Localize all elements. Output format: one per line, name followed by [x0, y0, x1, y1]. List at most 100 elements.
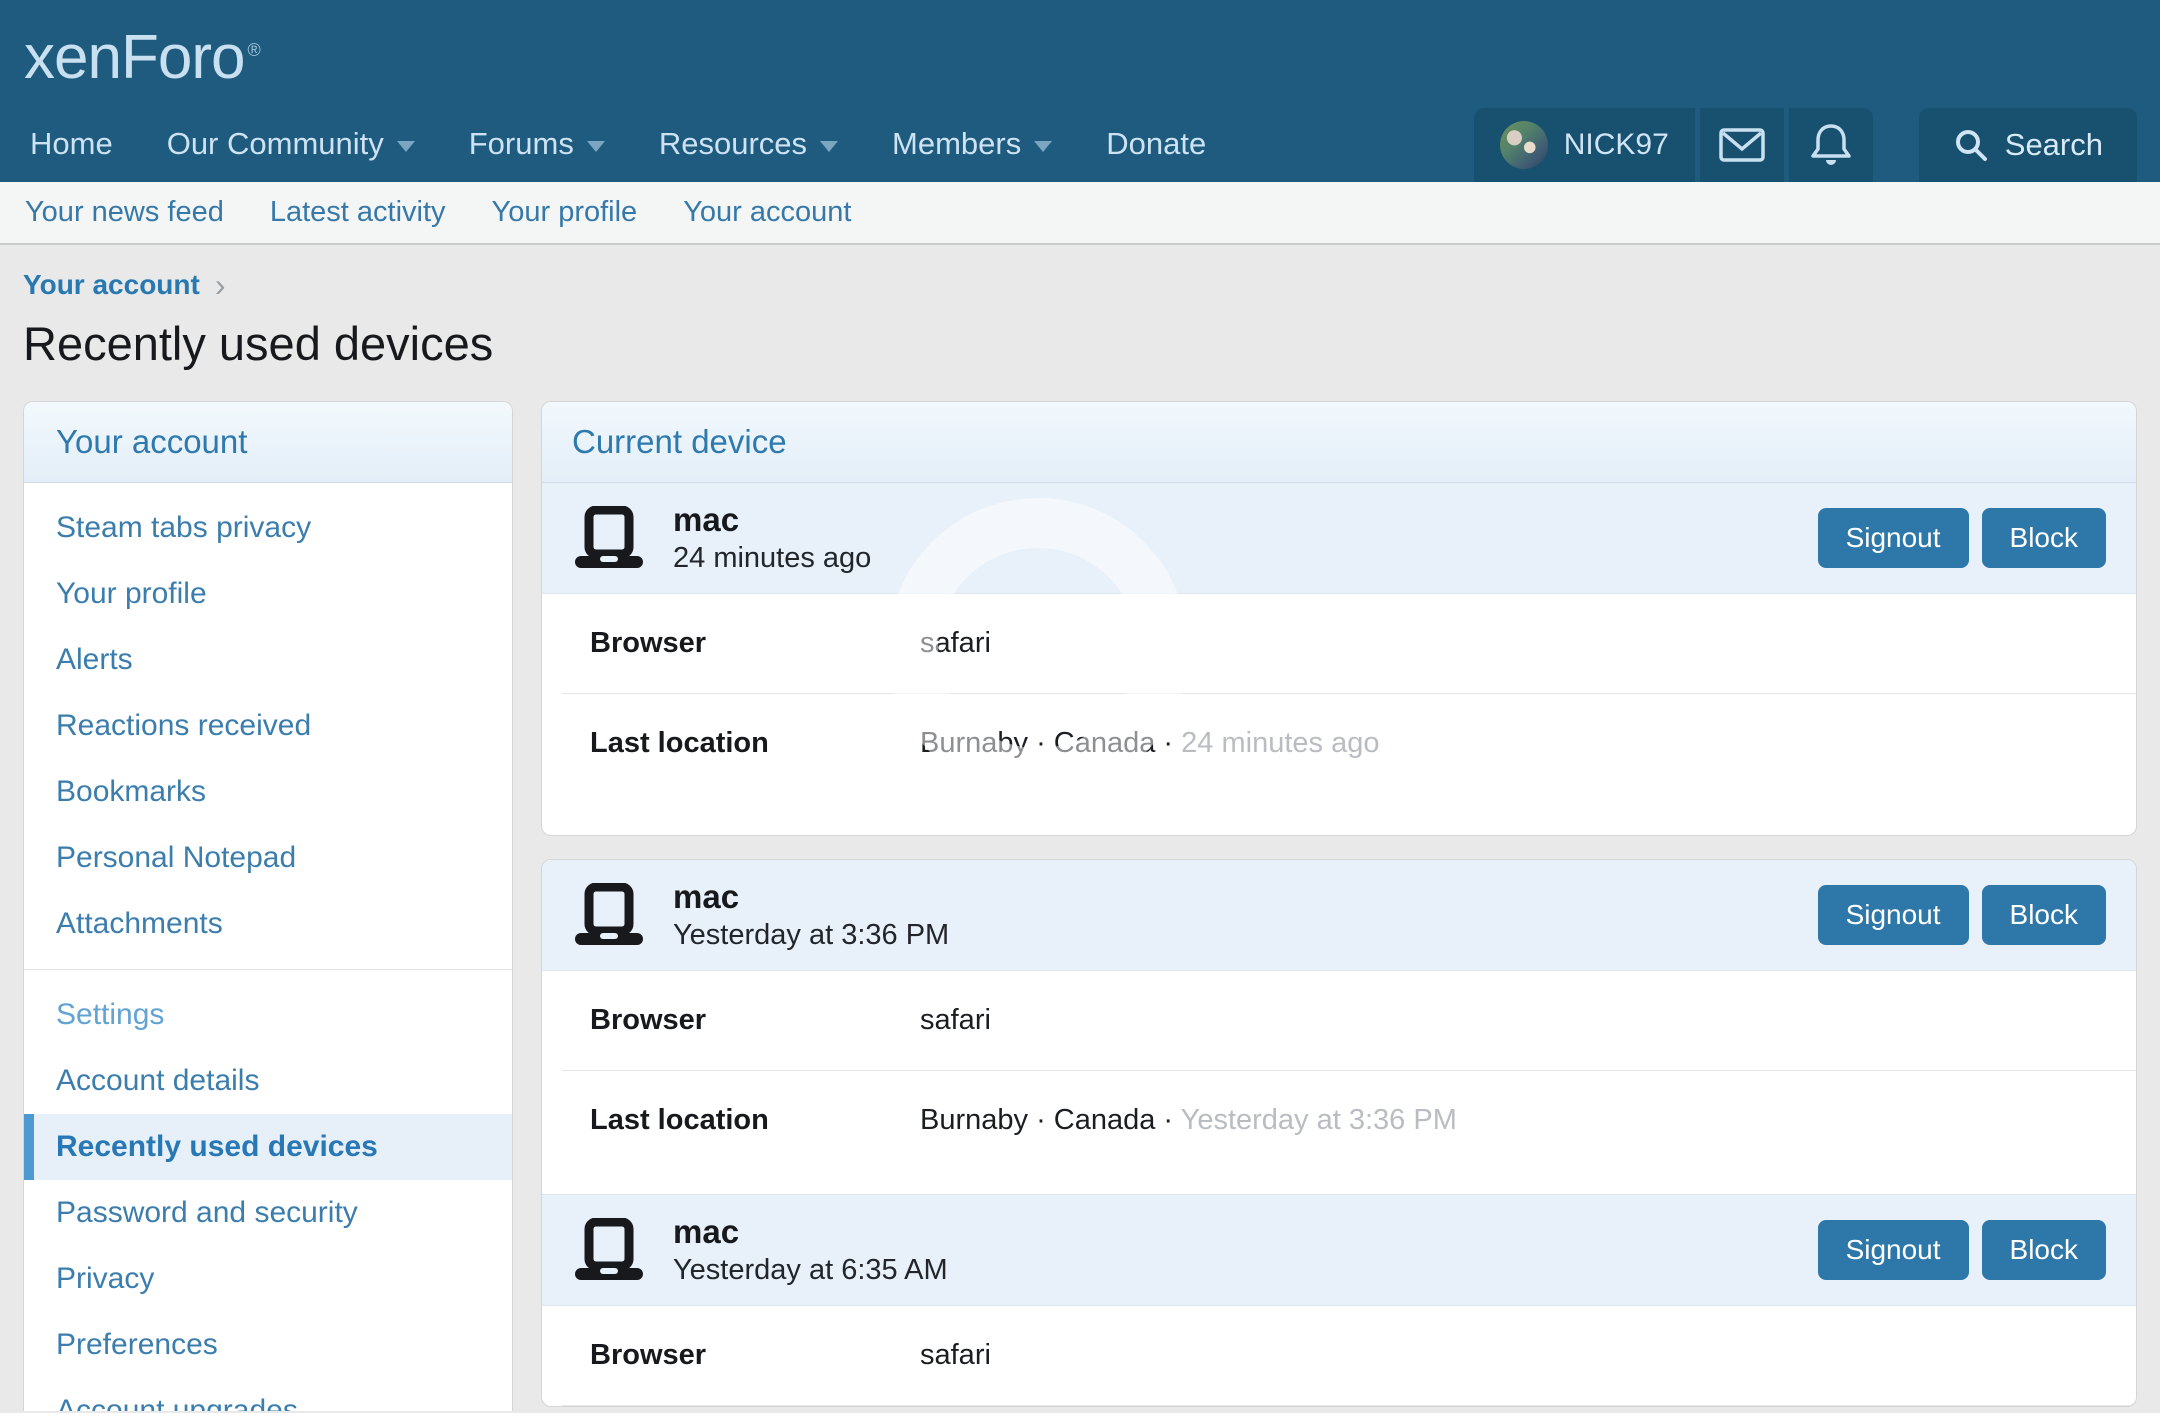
sidebar-account-list: Steam tabs privacyYour profileAlertsReac…	[24, 483, 512, 957]
search-label: Search	[2005, 127, 2103, 163]
subnav-link-your-profile[interactable]: Your profile	[492, 196, 638, 229]
laptop-icon	[572, 1218, 646, 1282]
device-actions: SignoutBlock	[1818, 508, 2106, 568]
sidebar-item-your-profile[interactable]: Your profile	[24, 561, 512, 627]
sidebar-item-reactions-received[interactable]: Reactions received	[24, 693, 512, 759]
current-device-title: Current device	[542, 402, 2136, 483]
signout-button[interactable]: Signout	[1818, 1220, 1969, 1280]
mail-icon	[1718, 125, 1766, 165]
nav-item-label: Forums	[469, 126, 574, 162]
device-titles: macYesterday at 6:35 AM	[673, 1213, 948, 1287]
last-location-row: Last locationBurnaby · Canada · 24 minut…	[542, 694, 2136, 793]
signout-button[interactable]: Signout	[1818, 885, 1969, 945]
nav-item-label: Donate	[1106, 126, 1206, 162]
last-location-value: Burnaby · Canada · Yesterday at 3:36 PM	[920, 1104, 1457, 1137]
sidebar-item-account-upgrades[interactable]: Account upgrades	[24, 1378, 512, 1411]
device-header: macYesterday at 3:36 PMSignoutBlock	[542, 860, 2136, 971]
device-section: macYesterday at 6:35 AM SignoutBlock Brows…	[542, 1194, 2136, 1406]
browser-label: Browser	[590, 1004, 920, 1037]
nav-item-donate[interactable]: Donate	[1106, 126, 1206, 162]
page-body: Your account › Recently used devices You…	[0, 269, 2160, 1411]
row-divider	[562, 1405, 2136, 1406]
sidebar-item-privacy[interactable]: Privacy	[24, 1246, 512, 1312]
device-actions: SignoutBlock	[1818, 885, 2106, 945]
signout-button[interactable]: Signout	[1818, 508, 1969, 568]
device-section: macYesterday at 3:36 PMSignoutBlockBrows…	[542, 860, 2136, 1194]
device-section: mac24 minutes agoSignoutBlockBrowsersafa…	[542, 483, 2136, 793]
site-header: xenForo® Home Our Community Forums Resource…	[0, 0, 2160, 182]
search-icon	[1953, 127, 1989, 163]
alerts-button[interactable]	[1789, 108, 1873, 182]
user-cluster: NICK97	[1474, 108, 1873, 182]
browser-value: safari	[920, 1339, 991, 1372]
user-menu[interactable]: NICK97	[1474, 108, 1695, 182]
subnav: Your news feed Latest activity Your profil…	[0, 182, 2160, 245]
sidebar-item-alerts[interactable]: Alerts	[24, 627, 512, 693]
nav-item-label: Members	[892, 126, 1021, 162]
device-titles: mac24 minutes ago	[673, 501, 871, 575]
main-column: Current device mac24 minutes agoSignoutB…	[541, 401, 2137, 1407]
nav-item-members[interactable]: Members	[892, 126, 1052, 162]
location-text: Burnaby · Canada ·	[920, 727, 1173, 759]
account-sidebar: Your account Steam tabs privacyYour prof…	[23, 401, 513, 1411]
user-avatar	[1500, 121, 1548, 169]
nav-item-label: Our Community	[167, 126, 384, 162]
sidebar-item-account-details[interactable]: Account details	[24, 1048, 512, 1114]
device-name: mac	[673, 501, 871, 539]
sidebar-item-password-and-security[interactable]: Password and security	[24, 1180, 512, 1246]
registered-mark: ®	[247, 40, 259, 60]
laptop-icon	[572, 506, 646, 570]
block-button[interactable]: Block	[1982, 885, 2106, 945]
sidebar-title: Your account	[24, 402, 512, 483]
browser-row: Browsersafari	[542, 594, 2136, 693]
sidebar-item-attachments[interactable]: Attachments	[24, 891, 512, 957]
search-button[interactable]: Search	[1919, 108, 2137, 182]
last-location-label: Last location	[590, 727, 920, 760]
breadcrumb-your-account[interactable]: Your account	[23, 269, 200, 301]
block-button[interactable]: Block	[1982, 508, 2106, 568]
device-last-seen: Yesterday at 6:35 AM	[673, 1254, 948, 1287]
sidebar-item-preferences[interactable]: Preferences	[24, 1312, 512, 1378]
nav-item-forums[interactable]: Forums	[469, 126, 605, 162]
site-logo[interactable]: xenForo®	[24, 22, 260, 93]
bell-icon	[1809, 122, 1853, 168]
nav-item-our-community[interactable]: Our Community	[167, 126, 415, 162]
subnav-link-your-account[interactable]: Your account	[683, 196, 851, 229]
device-header: macYesterday at 6:35 AM SignoutBlock	[542, 1195, 2136, 1306]
last-location-row: Last locationBurnaby · Canada · Yesterda…	[542, 1071, 2136, 1170]
browser-row: Browsersafari	[542, 971, 2136, 1070]
subnav-link-your-news-feed[interactable]: Your news feed	[25, 196, 224, 229]
nav-item-home[interactable]: Home	[30, 126, 113, 162]
sidebar-item-bookmarks[interactable]: Bookmarks	[24, 759, 512, 825]
nav-item-label: Home	[30, 126, 113, 162]
inbox-button[interactable]	[1700, 108, 1784, 182]
subnav-link-latest-activity[interactable]: Latest activity	[270, 196, 446, 229]
breadcrumb-chevron-icon: ›	[215, 274, 226, 296]
browser-row: Browsersafari	[542, 1306, 2136, 1405]
sidebar-separator	[24, 969, 512, 970]
device-last-seen: 24 minutes ago	[673, 542, 871, 575]
sidebar-item-steam-tabs-privacy[interactable]: Steam tabs privacy	[24, 495, 512, 561]
block-button[interactable]: Block	[1982, 1220, 2106, 1280]
last-location-label: Last location	[590, 1104, 920, 1137]
main-nav: Home Our Community Forums Resources Members D…	[30, 106, 1206, 182]
browser-value: safari	[920, 627, 991, 660]
nav-item-label: Resources	[659, 126, 807, 162]
last-location-value: Burnaby · Canada · 24 minutes ago	[920, 727, 1379, 760]
device-name: mac	[673, 878, 949, 916]
laptop-icon	[572, 883, 646, 947]
sidebar-section-settings: Settings	[24, 982, 512, 1048]
location-text: Burnaby · Canada ·	[920, 1104, 1173, 1136]
chevron-down-icon	[397, 141, 415, 152]
browser-label: Browser	[590, 627, 920, 660]
content: Your account Steam tabs privacyYour prof…	[23, 401, 2137, 1411]
chevron-down-icon	[1034, 141, 1052, 152]
chevron-down-icon	[820, 141, 838, 152]
browser-label: Browser	[590, 1339, 920, 1372]
header-right: NICK97 Search	[1474, 108, 2137, 182]
sidebar-item-recently-used-devices[interactable]: Recently used devices	[24, 1114, 512, 1180]
device-actions: SignoutBlock	[1818, 1220, 2106, 1280]
nav-item-resources[interactable]: Resources	[659, 126, 838, 162]
location-time: 24 minutes ago	[1181, 727, 1379, 759]
sidebar-item-personal-notepad[interactable]: Personal Notepad	[24, 825, 512, 891]
